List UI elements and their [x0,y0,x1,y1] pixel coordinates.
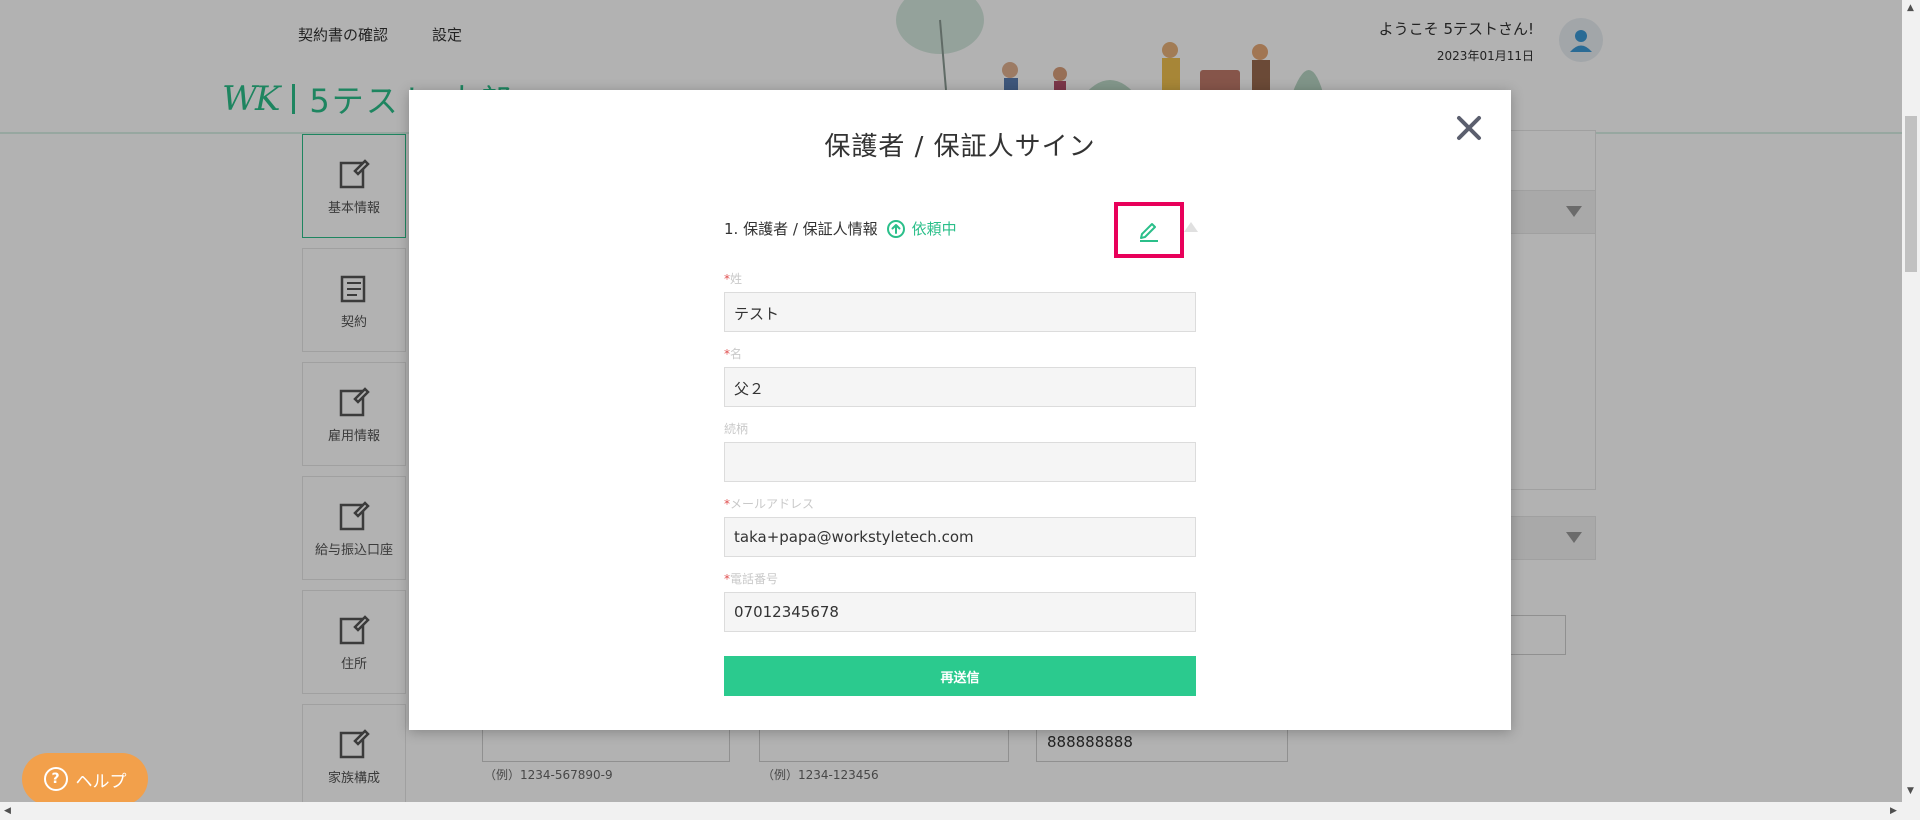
first-name-field[interactable]: 父２ [724,367,1196,407]
scroll-right-icon[interactable]: ▶ [1890,806,1897,816]
phone-field[interactable]: 07012345678 [724,592,1196,632]
guardian-sign-modal: 保護者 / 保証人サイン 1. 保護者 / 保証人情報 依頼中 *姓 テスト *… [409,90,1511,730]
scroll-left-icon[interactable]: ◀ [4,806,11,816]
resend-button[interactable]: 再送信 [724,656,1196,696]
last-name-field[interactable]: テスト [724,292,1196,332]
edit-button[interactable] [1114,202,1184,258]
horizontal-scrollbar[interactable]: ◀ ▶ [0,802,1920,820]
question-circle-icon: ? [43,767,68,791]
modal-title: 保護者 / 保証人サイン [824,132,1096,162]
scroll-thumb[interactable] [1905,116,1917,272]
collapse-icon[interactable] [1184,222,1198,232]
status-text: 依頼中 [911,220,957,238]
relationship-label: 続柄 [724,422,749,436]
email-field[interactable]: taka+papa@workstyletech.com [724,517,1196,557]
first-name-label: *名 [724,347,743,361]
vertical-scrollbar[interactable]: ▲ ▼ [1902,0,1920,802]
scroll-up-icon[interactable]: ▲ [1907,3,1914,13]
phone-label: *電話番号 [724,572,779,586]
email-label: *メールアドレス [724,497,815,511]
relationship-field[interactable] [724,442,1196,482]
upload-circle-icon [886,219,905,238]
last-name-label: *姓 [724,272,743,286]
close-icon[interactable] [1453,112,1485,144]
pencil-icon [1140,223,1158,242]
section-title: 1. 保護者 / 保証人情報 [724,220,878,238]
help-label: ヘルプ [75,771,127,792]
section-header: 1. 保護者 / 保証人情報 依頼中 [724,218,957,239]
help-button[interactable]: ? ヘルプ [22,753,148,805]
scroll-down-icon[interactable]: ▼ [1907,786,1914,796]
status-badge: 依頼中 [886,218,957,239]
